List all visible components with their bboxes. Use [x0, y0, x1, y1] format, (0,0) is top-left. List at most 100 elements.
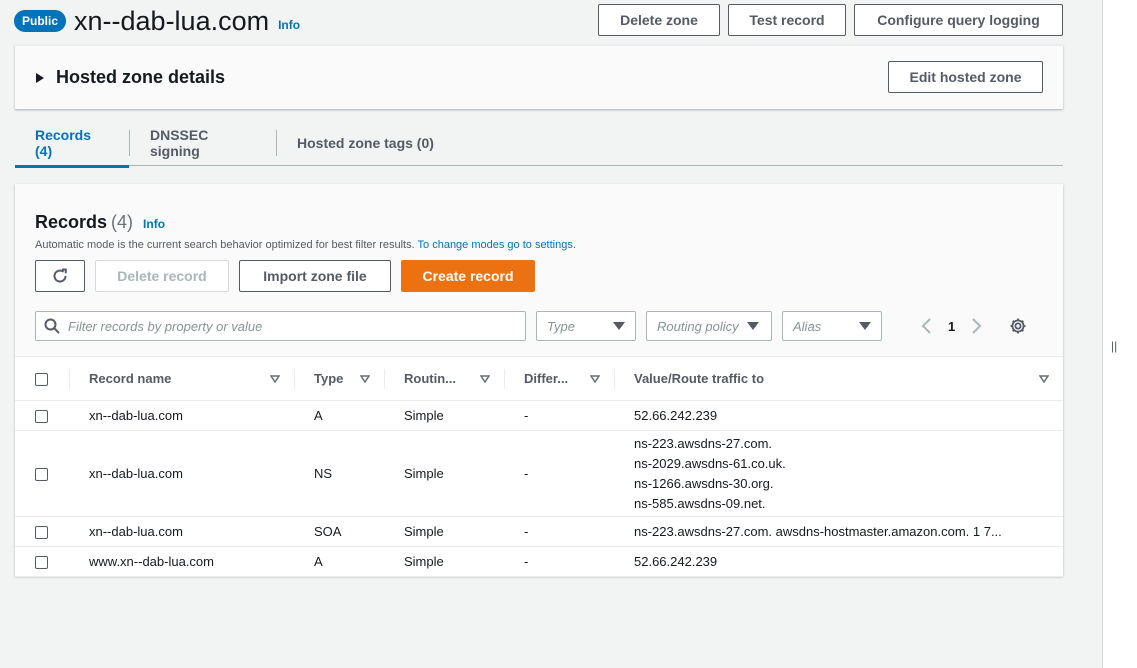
settings-link[interactable]: To change modes go to settings.: [418, 239, 576, 251]
records-description: Automatic mode is the current search beh…: [35, 239, 1043, 251]
routing-policy-cell: Simple: [384, 430, 504, 517]
column-label: Differ...: [524, 371, 569, 386]
create-record-button[interactable]: Create record: [401, 260, 535, 292]
value-line: ns-223.awsdns-27.com.: [634, 435, 773, 451]
refresh-button[interactable]: [35, 260, 85, 292]
tab-hosted-zone-tags[interactable]: Hosted zone tags (0): [277, 120, 454, 166]
table-row[interactable]: xn--dab-lua.com A Simple - 52.66.242.239: [15, 400, 1063, 431]
value-line: 52.66.242.239: [634, 407, 718, 423]
record-type-cell: A: [294, 546, 384, 577]
routing-policy-filter-label: Routing policy: [657, 318, 739, 334]
column-routing-policy[interactable]: Routin...: [384, 357, 504, 401]
public-badge: Public: [14, 10, 67, 32]
sort-icon: [480, 374, 490, 383]
tab-records[interactable]: Records (4): [15, 120, 129, 168]
table-row[interactable]: xn--dab-lua.com SOA Simple - ns-223.awsd…: [15, 516, 1063, 547]
hosted-zone-details-panel: Hosted zone details Edit hosted zone: [15, 45, 1063, 109]
current-page[interactable]: 1: [948, 319, 955, 334]
value-cell: 52.66.242.239: [614, 400, 1063, 431]
value-cell: ns-223.awsdns-27.com. ns-2029.awsdns-61.…: [614, 430, 1063, 517]
import-zone-file-button[interactable]: Import zone file: [239, 260, 391, 292]
page-header: Public xn--dab-lua.com Info Delete zone …: [14, 4, 1063, 38]
column-label: Type: [314, 371, 344, 386]
tab-dnssec-signing[interactable]: DNSSEC signing: [130, 120, 276, 166]
select-all-checkbox[interactable]: [35, 373, 48, 387]
gear-icon[interactable]: [1009, 317, 1027, 335]
table-row[interactable]: www.xn--dab-lua.com A Simple - 52.66.242…: [15, 546, 1063, 577]
pagination: 1: [920, 317, 983, 335]
value-line: ns-1266.awsdns-30.org.: [634, 475, 774, 491]
configure-query-logging-button[interactable]: Configure query logging: [854, 4, 1063, 36]
record-name-cell: www.xn--dab-lua.com: [69, 546, 294, 577]
delete-record-button[interactable]: Delete record: [95, 260, 229, 292]
differentiator-cell: -: [504, 400, 614, 431]
routing-policy-cell: Simple: [384, 546, 504, 577]
search-icon: [44, 318, 60, 334]
row-checkbox[interactable]: [35, 410, 48, 424]
search-box[interactable]: [35, 311, 526, 341]
record-type-cell: NS: [294, 430, 384, 517]
filter-row: Type Routing policy Alias 1: [35, 311, 1043, 341]
select-all-header: [15, 357, 69, 401]
hosted-zone-details-toggle[interactable]: Hosted zone details: [56, 67, 225, 88]
records-title: Records: [35, 212, 108, 232]
value-cell: ns-223.awsdns-27.com. awsdns-hostmaster.…: [614, 516, 1063, 547]
column-value[interactable]: Value/Route traffic to: [614, 357, 1063, 401]
column-record-name[interactable]: Record name: [69, 357, 294, 401]
records-table: Record name Type Routin... Differ... Val…: [15, 357, 1063, 577]
test-record-button[interactable]: Test record: [728, 4, 846, 36]
differentiator-cell: -: [504, 546, 614, 577]
dropdown-arrow-icon: [859, 322, 871, 330]
delete-zone-button[interactable]: Delete zone: [598, 4, 720, 36]
routing-policy-cell: Simple: [384, 400, 504, 431]
record-type-cell: SOA: [294, 516, 384, 547]
side-panel-edge: ||: [1102, 0, 1137, 668]
page-title: xn--dab-lua.com: [74, 5, 270, 36]
column-label: Value/Route traffic to: [634, 371, 765, 386]
records-heading: Records (4) Info: [35, 212, 1043, 233]
resize-handle-icon[interactable]: ||: [1111, 339, 1117, 353]
expand-caret-icon[interactable]: [36, 72, 44, 83]
search-mode-text: Automatic mode is the current search beh…: [35, 239, 415, 251]
alias-filter-select[interactable]: Alias: [782, 311, 882, 341]
value-line: ns-223.awsdns-27.com. awsdns-hostmaster.…: [634, 523, 1002, 539]
row-checkbox[interactable]: [35, 468, 48, 482]
differentiator-cell: -: [504, 430, 614, 517]
header-actions: Delete zone Test record Configure query …: [598, 4, 1063, 36]
record-type-cell: A: [294, 400, 384, 431]
records-panel: Records (4) Info Automatic mode is the c…: [15, 184, 1063, 577]
table-header-row: Record name Type Routin... Differ... Val…: [15, 357, 1063, 401]
row-checkbox[interactable]: [35, 556, 48, 570]
info-link[interactable]: Info: [278, 18, 300, 32]
row-checkbox[interactable]: [35, 526, 48, 540]
record-name-cell: xn--dab-lua.com: [69, 400, 294, 431]
column-differentiator[interactable]: Differ...: [504, 357, 614, 401]
sort-icon: [590, 374, 600, 383]
records-actions: Delete record Import zone file Create re…: [35, 260, 1043, 292]
tab-bar: Records (4) DNSSEC signing Hosted zone t…: [15, 120, 1063, 168]
sort-icon: [1039, 374, 1049, 383]
column-label: Record name: [89, 371, 172, 386]
sort-icon: [270, 374, 280, 383]
search-input[interactable]: [68, 318, 508, 334]
next-page-icon[interactable]: [969, 317, 983, 335]
type-filter-select[interactable]: Type: [536, 311, 636, 341]
type-filter-label: Type: [547, 318, 575, 334]
records-info-link[interactable]: Info: [143, 217, 165, 231]
differentiator-cell: -: [504, 516, 614, 547]
sort-icon: [360, 374, 370, 383]
previous-page-icon[interactable]: [920, 317, 934, 335]
dropdown-arrow-icon: [747, 322, 759, 330]
table-row[interactable]: xn--dab-lua.com NS Simple - ns-223.awsdn…: [15, 430, 1063, 517]
routing-policy-cell: Simple: [384, 516, 504, 547]
records-header: Records (4) Info Automatic mode is the c…: [15, 184, 1063, 357]
alias-filter-label: Alias: [793, 318, 822, 334]
value-cell: 52.66.242.239: [614, 546, 1063, 577]
routing-policy-filter-select[interactable]: Routing policy: [646, 311, 772, 341]
column-label: Routin...: [404, 371, 456, 386]
value-line: ns-2029.awsdns-61.co.uk.: [634, 455, 786, 471]
column-type[interactable]: Type: [294, 357, 384, 401]
refresh-icon: [53, 268, 67, 283]
edit-hosted-zone-button[interactable]: Edit hosted zone: [888, 61, 1043, 93]
records-count: (4): [111, 212, 134, 232]
